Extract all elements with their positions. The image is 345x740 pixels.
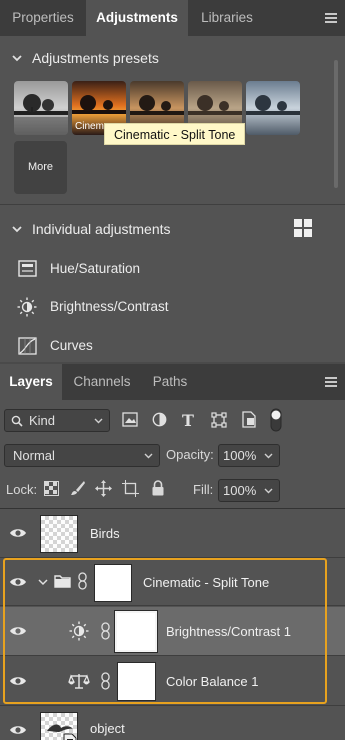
layer-row[interactable]: Birds bbox=[0, 509, 345, 558]
adjustment-label: Curves bbox=[50, 338, 93, 353]
panel-menu-icon[interactable] bbox=[325, 377, 337, 389]
chevron-down-icon[interactable] bbox=[12, 53, 22, 63]
adjustment-label: Hue/Saturation bbox=[50, 261, 141, 276]
move-lock-icon[interactable] bbox=[95, 480, 113, 498]
grid-view-icon[interactable] bbox=[294, 219, 312, 237]
layer-row-group[interactable]: Cinematic - Split Tone bbox=[0, 559, 345, 606]
type-filter-icon[interactable]: T bbox=[182, 411, 200, 430]
smart-object-filter-icon[interactable] bbox=[242, 411, 260, 429]
preset-thumbnail[interactable] bbox=[14, 81, 68, 135]
lock-transparent-icon[interactable] bbox=[44, 481, 62, 499]
image-filter-icon[interactable] bbox=[122, 412, 140, 430]
layer-thumbnail bbox=[40, 712, 78, 740]
layer-row-selected[interactable]: Brightness/Contrast 1 bbox=[0, 607, 345, 656]
layers-tab-bar: Layers Channels Paths bbox=[0, 364, 345, 400]
chevron-down-icon bbox=[94, 418, 103, 424]
link-icon[interactable] bbox=[101, 672, 110, 690]
opacity-label: Opacity: bbox=[166, 447, 214, 462]
top-tab-bar: Properties Adjustments Libraries bbox=[0, 0, 345, 36]
tab-paths[interactable]: Paths bbox=[142, 364, 198, 400]
opacity-value: 100% bbox=[223, 448, 257, 463]
layer-name: Brightness/Contrast 1 bbox=[166, 624, 292, 639]
lock-all-icon[interactable] bbox=[151, 480, 169, 498]
adjustment-label: Brightness/Contrast bbox=[50, 299, 169, 314]
brush-lock-icon[interactable] bbox=[70, 480, 88, 498]
eye-icon[interactable] bbox=[9, 724, 27, 736]
adjustment-item-curves[interactable]: Curves bbox=[0, 328, 330, 364]
eye-icon[interactable] bbox=[9, 527, 27, 539]
link-icon[interactable] bbox=[101, 622, 110, 640]
curves-icon bbox=[18, 337, 37, 355]
adjustment-filter-icon[interactable] bbox=[152, 412, 170, 430]
tab-channels[interactable]: Channels bbox=[62, 364, 142, 400]
blend-mode-value: Normal bbox=[13, 448, 55, 463]
fill-field[interactable]: 100% bbox=[218, 479, 280, 502]
tab-libraries[interactable]: Libraries bbox=[188, 0, 266, 36]
eye-icon[interactable] bbox=[9, 675, 27, 687]
fill-value: 100% bbox=[223, 483, 257, 498]
adjustments-panel: Adjustments presets Cinem Cinematic - Sp… bbox=[0, 36, 345, 362]
tab-properties[interactable]: Properties bbox=[0, 0, 86, 36]
scrollbar[interactable] bbox=[334, 60, 338, 188]
individual-section-title[interactable]: Individual adjustments bbox=[32, 221, 171, 237]
more-presets-button[interactable]: More bbox=[14, 141, 67, 194]
smart-object-icon bbox=[63, 733, 77, 740]
filter-kind-dropdown[interactable]: Kind bbox=[4, 409, 110, 432]
tab-layers[interactable]: Layers bbox=[0, 364, 62, 400]
preset-label: Cinem bbox=[75, 121, 104, 132]
preset-tooltip: Cinematic - Split Tone bbox=[104, 123, 246, 145]
search-icon bbox=[11, 415, 23, 427]
opacity-field[interactable]: 100% bbox=[218, 444, 280, 467]
layer-row[interactable]: object bbox=[0, 708, 345, 740]
color-balance-icon bbox=[68, 674, 90, 689]
tab-adjustments[interactable]: Adjustments bbox=[86, 0, 188, 36]
brightness-icon bbox=[69, 621, 89, 641]
eye-icon[interactable] bbox=[9, 576, 27, 588]
layer-name: object bbox=[90, 721, 125, 736]
adjustment-item-hue-saturation[interactable]: Hue/Saturation bbox=[0, 251, 330, 287]
panel-menu-icon[interactable] bbox=[325, 13, 337, 25]
artboard-lock-icon[interactable] bbox=[122, 480, 140, 498]
layer-thumbnail bbox=[40, 515, 78, 553]
adjustment-item-brightness-contrast[interactable]: Brightness/Contrast bbox=[0, 289, 330, 325]
layer-name: Birds bbox=[90, 526, 120, 541]
layers-panel: Kind T Normal Opacity: 100% Lock: Fill: … bbox=[0, 400, 345, 740]
layer-row[interactable]: Color Balance 1 bbox=[0, 657, 345, 706]
lock-label: Lock: bbox=[6, 482, 38, 497]
filter-toggle[interactable] bbox=[270, 408, 282, 432]
eye-icon[interactable] bbox=[9, 625, 27, 637]
chevron-down-icon[interactable] bbox=[38, 577, 48, 587]
mask-thumbnail[interactable] bbox=[114, 610, 158, 653]
layer-name: Color Balance 1 bbox=[166, 674, 259, 689]
mask-thumbnail[interactable] bbox=[94, 564, 132, 602]
presets-section-title[interactable]: Adjustments presets bbox=[32, 50, 159, 66]
link-icon[interactable] bbox=[78, 572, 87, 590]
chevron-down-icon bbox=[264, 488, 273, 494]
chevron-down-icon[interactable] bbox=[12, 224, 22, 234]
mask-thumbnail[interactable] bbox=[117, 662, 156, 701]
blend-mode-dropdown[interactable]: Normal bbox=[4, 444, 160, 467]
shape-filter-icon[interactable] bbox=[211, 412, 229, 430]
brightness-contrast-icon bbox=[17, 297, 37, 317]
filter-kind-label: Kind bbox=[29, 413, 56, 428]
folder-icon bbox=[54, 575, 71, 588]
chevron-down-icon bbox=[144, 453, 153, 459]
layer-name: Cinematic - Split Tone bbox=[143, 575, 270, 590]
fill-label: Fill: bbox=[193, 482, 214, 497]
hue-saturation-icon bbox=[18, 260, 37, 277]
chevron-down-icon bbox=[264, 453, 273, 459]
divider bbox=[0, 204, 345, 205]
preset-thumbnail[interactable] bbox=[246, 81, 300, 135]
